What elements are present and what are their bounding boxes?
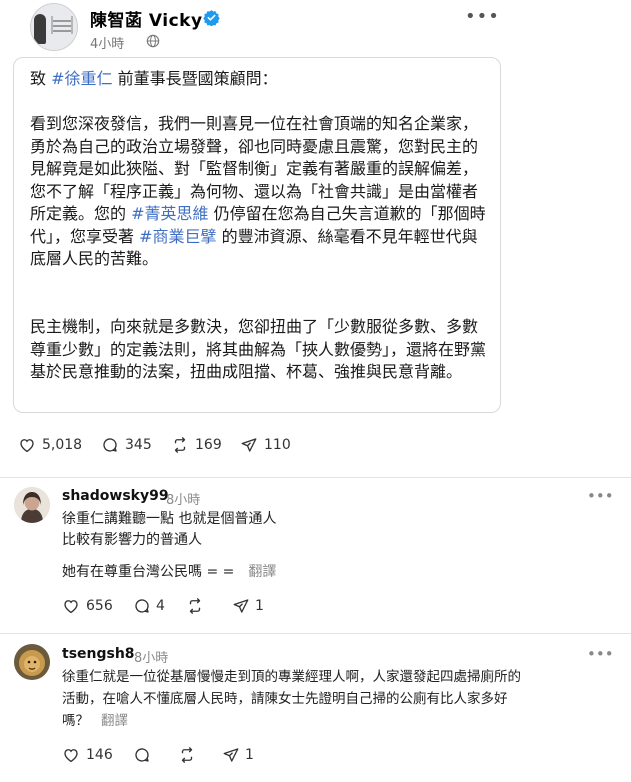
share-count: 110 xyxy=(264,437,291,453)
repost-button[interactable] xyxy=(178,746,196,764)
like-count: 656 xyxy=(86,598,113,614)
like-count: 5,018 xyxy=(42,437,83,453)
heart-icon xyxy=(20,439,34,453)
comment-text-line: 徐重仁就是一位從基層慢慢走到頂的專業經理人啊，人家還發起四處掃廁所的 xyxy=(62,669,521,685)
share-button[interactable]: 110 xyxy=(240,436,291,454)
more-options-icon[interactable]: ••• xyxy=(465,6,500,27)
comment-time[interactable]: 8小時 xyxy=(166,489,200,508)
comment-text-line: 嗎？ 翻譯 xyxy=(62,713,128,729)
like-button[interactable]: 656 xyxy=(62,597,113,615)
send-icon xyxy=(241,438,257,452)
repost-icon xyxy=(181,747,193,763)
comment-username[interactable]: tsengsh8 xyxy=(62,646,135,662)
like-button[interactable]: 5,018 xyxy=(18,436,82,454)
author-name[interactable]: 陳智菡 Vicky xyxy=(90,6,203,31)
comment-count: 345 xyxy=(125,437,152,453)
share-button[interactable]: 1 xyxy=(232,597,264,615)
share-count: 1 xyxy=(245,747,254,763)
post-paragraph-1: 致 #徐重仁 前董事長暨國策顧問： xyxy=(30,69,278,88)
comment-username[interactable]: shadowsky99 xyxy=(62,488,169,504)
comment-button[interactable]: 4 xyxy=(133,597,165,615)
verified-badge-icon xyxy=(203,10,220,26)
translate-link[interactable]: 翻譯 xyxy=(101,713,128,729)
divider xyxy=(0,633,631,634)
comment-button[interactable]: 345 xyxy=(101,436,152,454)
like-button[interactable]: 146 xyxy=(62,746,113,764)
hashtag-link[interactable]: #菁英思維 xyxy=(131,204,208,223)
share-button[interactable]: 1 xyxy=(222,746,254,764)
more-options-icon[interactable]: ••• xyxy=(587,645,614,663)
hashtag-link[interactable]: #徐重仁 xyxy=(51,69,112,88)
share-count: 1 xyxy=(255,598,264,614)
translate-link[interactable]: 翻譯 xyxy=(248,564,276,580)
globe-icon xyxy=(146,34,160,48)
repost-icon xyxy=(174,437,186,453)
comment-icon xyxy=(135,599,149,613)
more-options-icon[interactable]: ••• xyxy=(587,487,614,505)
hashtag-link[interactable]: #商業巨擘 xyxy=(139,227,216,246)
post-paragraph-2: 看到您深夜發信，我們一則喜見一位在社會頂端的知名企業家，勇於為自己的政治立場發聲… xyxy=(30,114,486,268)
send-icon xyxy=(223,748,239,762)
send-icon xyxy=(233,599,249,613)
comment-text-line: 她有在尊重台灣公民嗎 = = 翻譯 xyxy=(62,564,277,580)
comment-icon xyxy=(103,438,117,452)
post-paragraph-3: 民主機制，向來就是多數決，您卻扭曲了「少數服從多數、多數尊重少數」的定義法則，將… xyxy=(30,317,487,381)
repost-button[interactable]: 169 xyxy=(171,436,222,454)
heart-icon xyxy=(64,600,78,614)
post-time[interactable]: 4小時 xyxy=(90,33,124,52)
avatar[interactable] xyxy=(14,487,50,523)
heart-icon xyxy=(64,749,78,763)
divider xyxy=(0,477,631,478)
comment-count: 4 xyxy=(156,598,165,614)
author-avatar[interactable] xyxy=(30,3,78,51)
comment-button[interactable] xyxy=(133,746,151,764)
comment-text-line: 活動，在嗆人不懂底層人民時，請陳女士先證明自己掃的公廁有比人家多好 xyxy=(62,691,508,707)
like-count: 146 xyxy=(86,747,113,763)
post-body: 致 #徐重仁 前董事長暨國策顧問： 看到您深夜發信，我們一則喜見一位在社會頂端的… xyxy=(13,57,501,413)
comment-time[interactable]: 8小時 xyxy=(134,647,168,666)
comment-text-line: 徐重仁講難聽一點 也就是個普通人 xyxy=(62,511,277,527)
comment-text-line: 比較有影響力的普通人 xyxy=(62,532,202,548)
repost-button[interactable] xyxy=(186,597,204,615)
repost-count: 169 xyxy=(195,437,222,453)
avatar[interactable] xyxy=(14,644,50,680)
comment-icon xyxy=(135,748,149,762)
repost-icon xyxy=(189,598,201,614)
